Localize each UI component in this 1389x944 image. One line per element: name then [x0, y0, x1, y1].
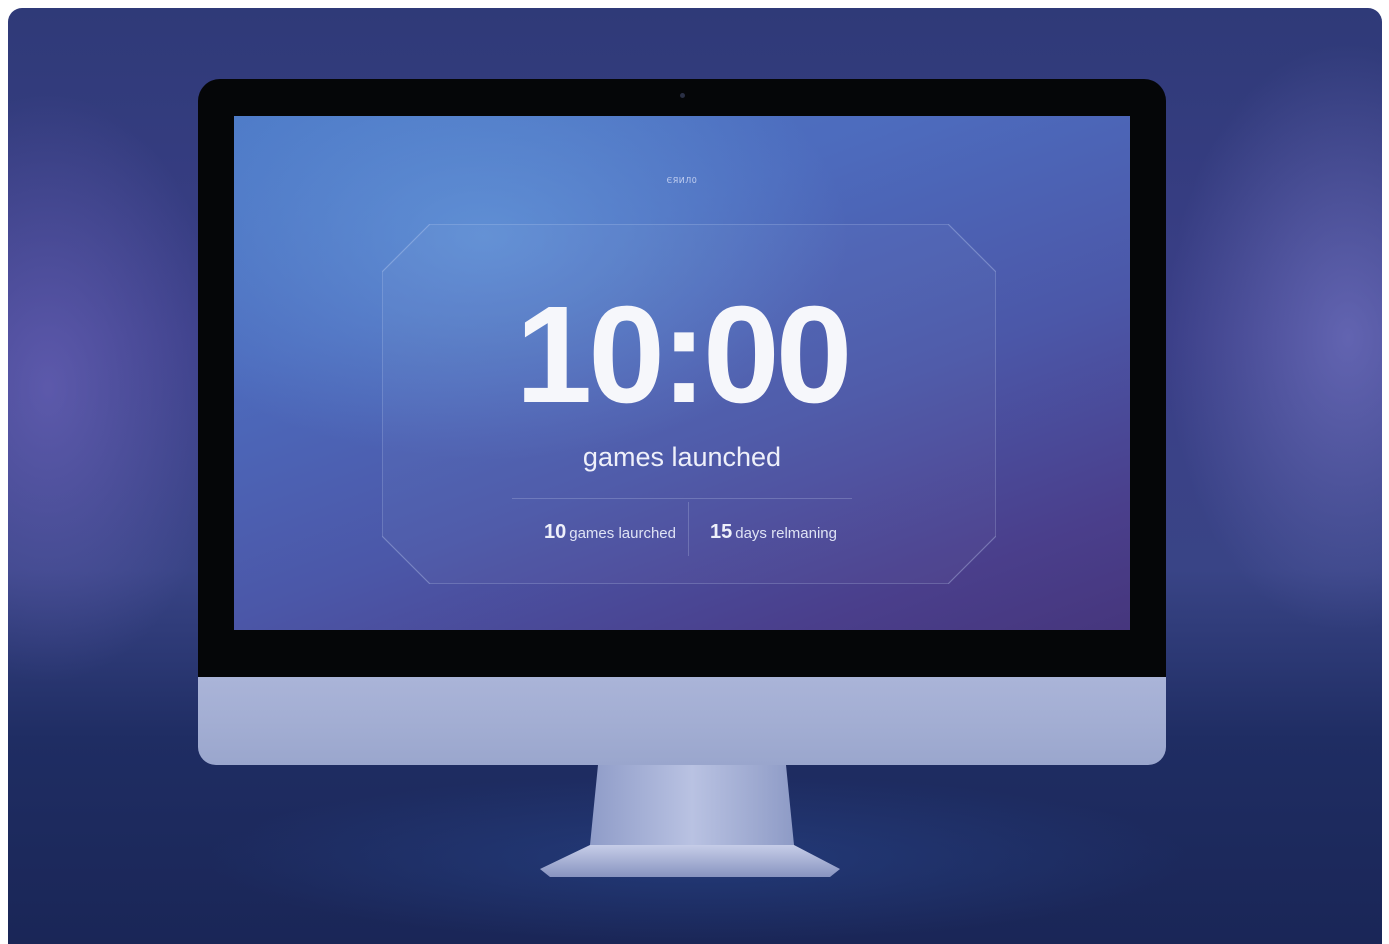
brand-label: ЄЯИЛ0: [666, 176, 698, 185]
monitor-stand: [540, 765, 840, 883]
stand-shape: [540, 765, 840, 877]
stat-games-launched: 10 games laurched: [544, 521, 676, 544]
webcam-icon: [680, 93, 685, 98]
countdown-subtitle: games launched: [582, 442, 782, 472]
stat-label: games laurched: [569, 525, 676, 542]
stats-divider-vertical: [688, 502, 689, 556]
monitor-screen: ЄЯИЛ0 10:00 games launched 10 games laurc…: [234, 116, 1130, 630]
stat-days-remaining: 15 days relmaning: [710, 521, 837, 544]
monitor-chin: [198, 677, 1166, 765]
stat-number: 10: [544, 521, 567, 543]
stat-number: 15: [710, 521, 733, 543]
countdown-timer: 10:00: [515, 278, 853, 432]
stats-divider-horizontal: [512, 498, 852, 499]
stat-label: days relmaning: [735, 525, 837, 542]
